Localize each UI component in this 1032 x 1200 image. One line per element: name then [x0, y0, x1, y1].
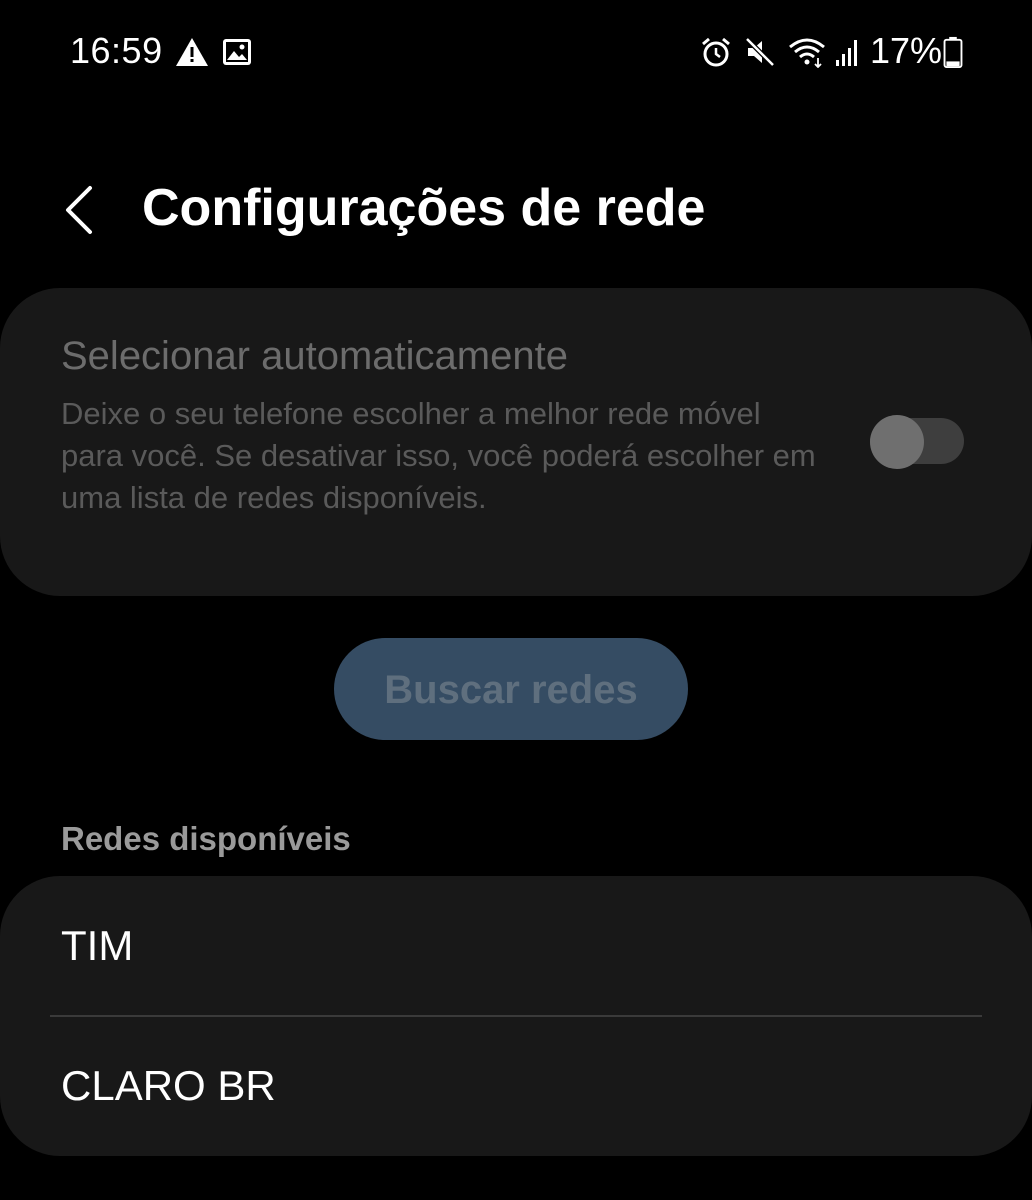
status-time: 16:59	[70, 30, 163, 71]
status-bar: 16:59 17%	[0, 0, 1032, 100]
auto-select-title: Selecionar automaticamente	[61, 334, 568, 378]
network-item-claro-br[interactable]: CLARO BR	[0, 1016, 1032, 1156]
battery-percent: 17%	[870, 30, 943, 71]
network-item-tim[interactable]: TIM	[0, 876, 1032, 1016]
network-label: CLARO BR	[61, 1062, 276, 1109]
chevron-left-icon	[66, 186, 92, 234]
auto-select-description: Deixe o seu telefone escolher a melhor r…	[61, 396, 816, 515]
back-button[interactable]	[50, 170, 120, 250]
warning-icon	[176, 38, 208, 66]
page-title: Configurações de rede	[142, 179, 706, 237]
alarm-icon	[702, 37, 730, 67]
wifi-icon	[789, 38, 825, 68]
search-networks-button[interactable]: Buscar redes	[334, 638, 688, 740]
auto-select-toggle[interactable]	[870, 415, 964, 469]
divider	[50, 1015, 982, 1017]
network-label: TIM	[61, 922, 134, 969]
available-networks-header: Redes disponíveis	[61, 820, 351, 857]
image-icon	[223, 39, 251, 65]
mute-icon	[745, 37, 775, 67]
toggle-knob	[870, 415, 924, 469]
battery-icon	[943, 36, 963, 68]
signal-icon	[836, 40, 857, 66]
